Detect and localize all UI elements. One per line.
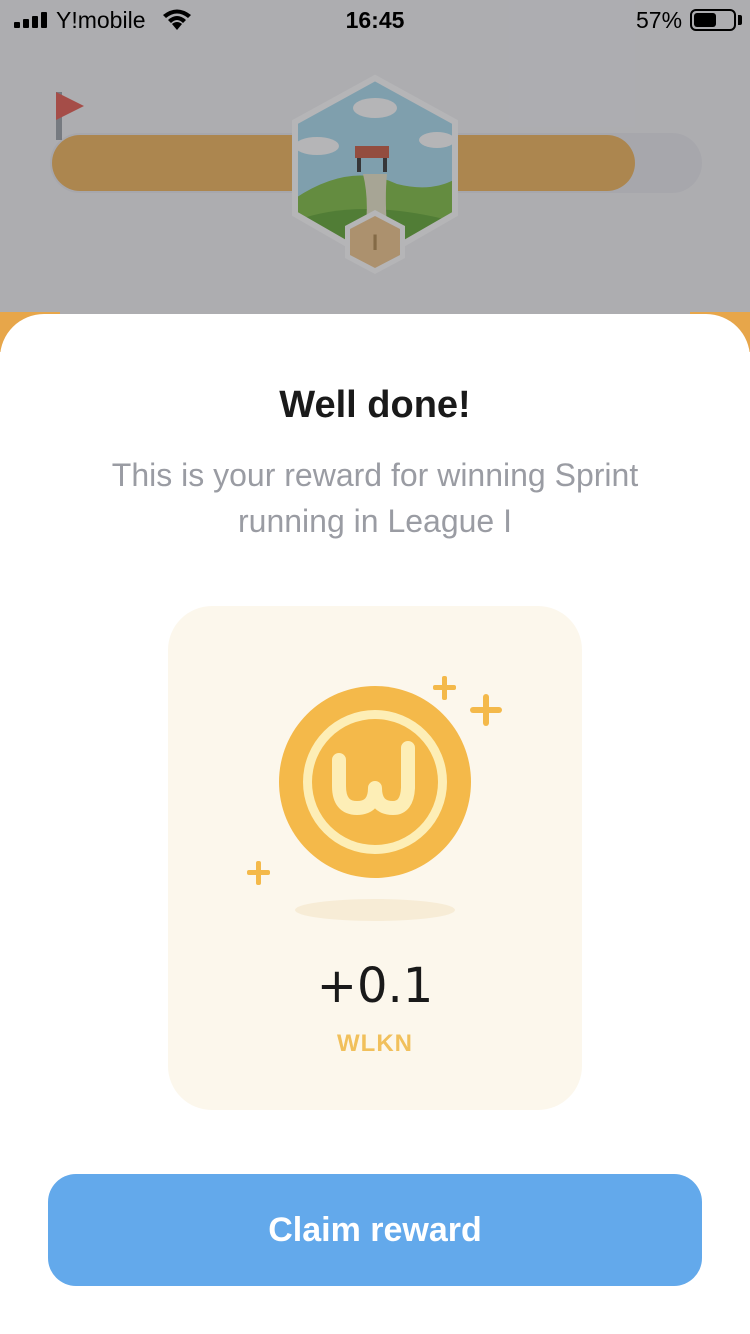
battery-icon <box>690 9 736 31</box>
dialog-subtitle: This is your reward for winning Sprint r… <box>111 457 639 539</box>
reward-unit: WLKN <box>337 1030 413 1057</box>
battery-percent: 57% <box>636 7 683 33</box>
claim-reward-button[interactable]: Claim reward <box>48 1174 702 1286</box>
screen: I Y!mobile 16:45 57% Well done! This is … <box>0 0 750 1334</box>
wlkn-coin-icon <box>247 676 502 921</box>
status-bar: Y!mobile 16:45 57% <box>0 0 750 40</box>
dim-overlay[interactable] <box>0 0 750 340</box>
battery-cap <box>738 15 742 25</box>
reward-amount: +0.1 <box>316 958 434 1014</box>
dialog-title: Well done! <box>279 384 471 426</box>
